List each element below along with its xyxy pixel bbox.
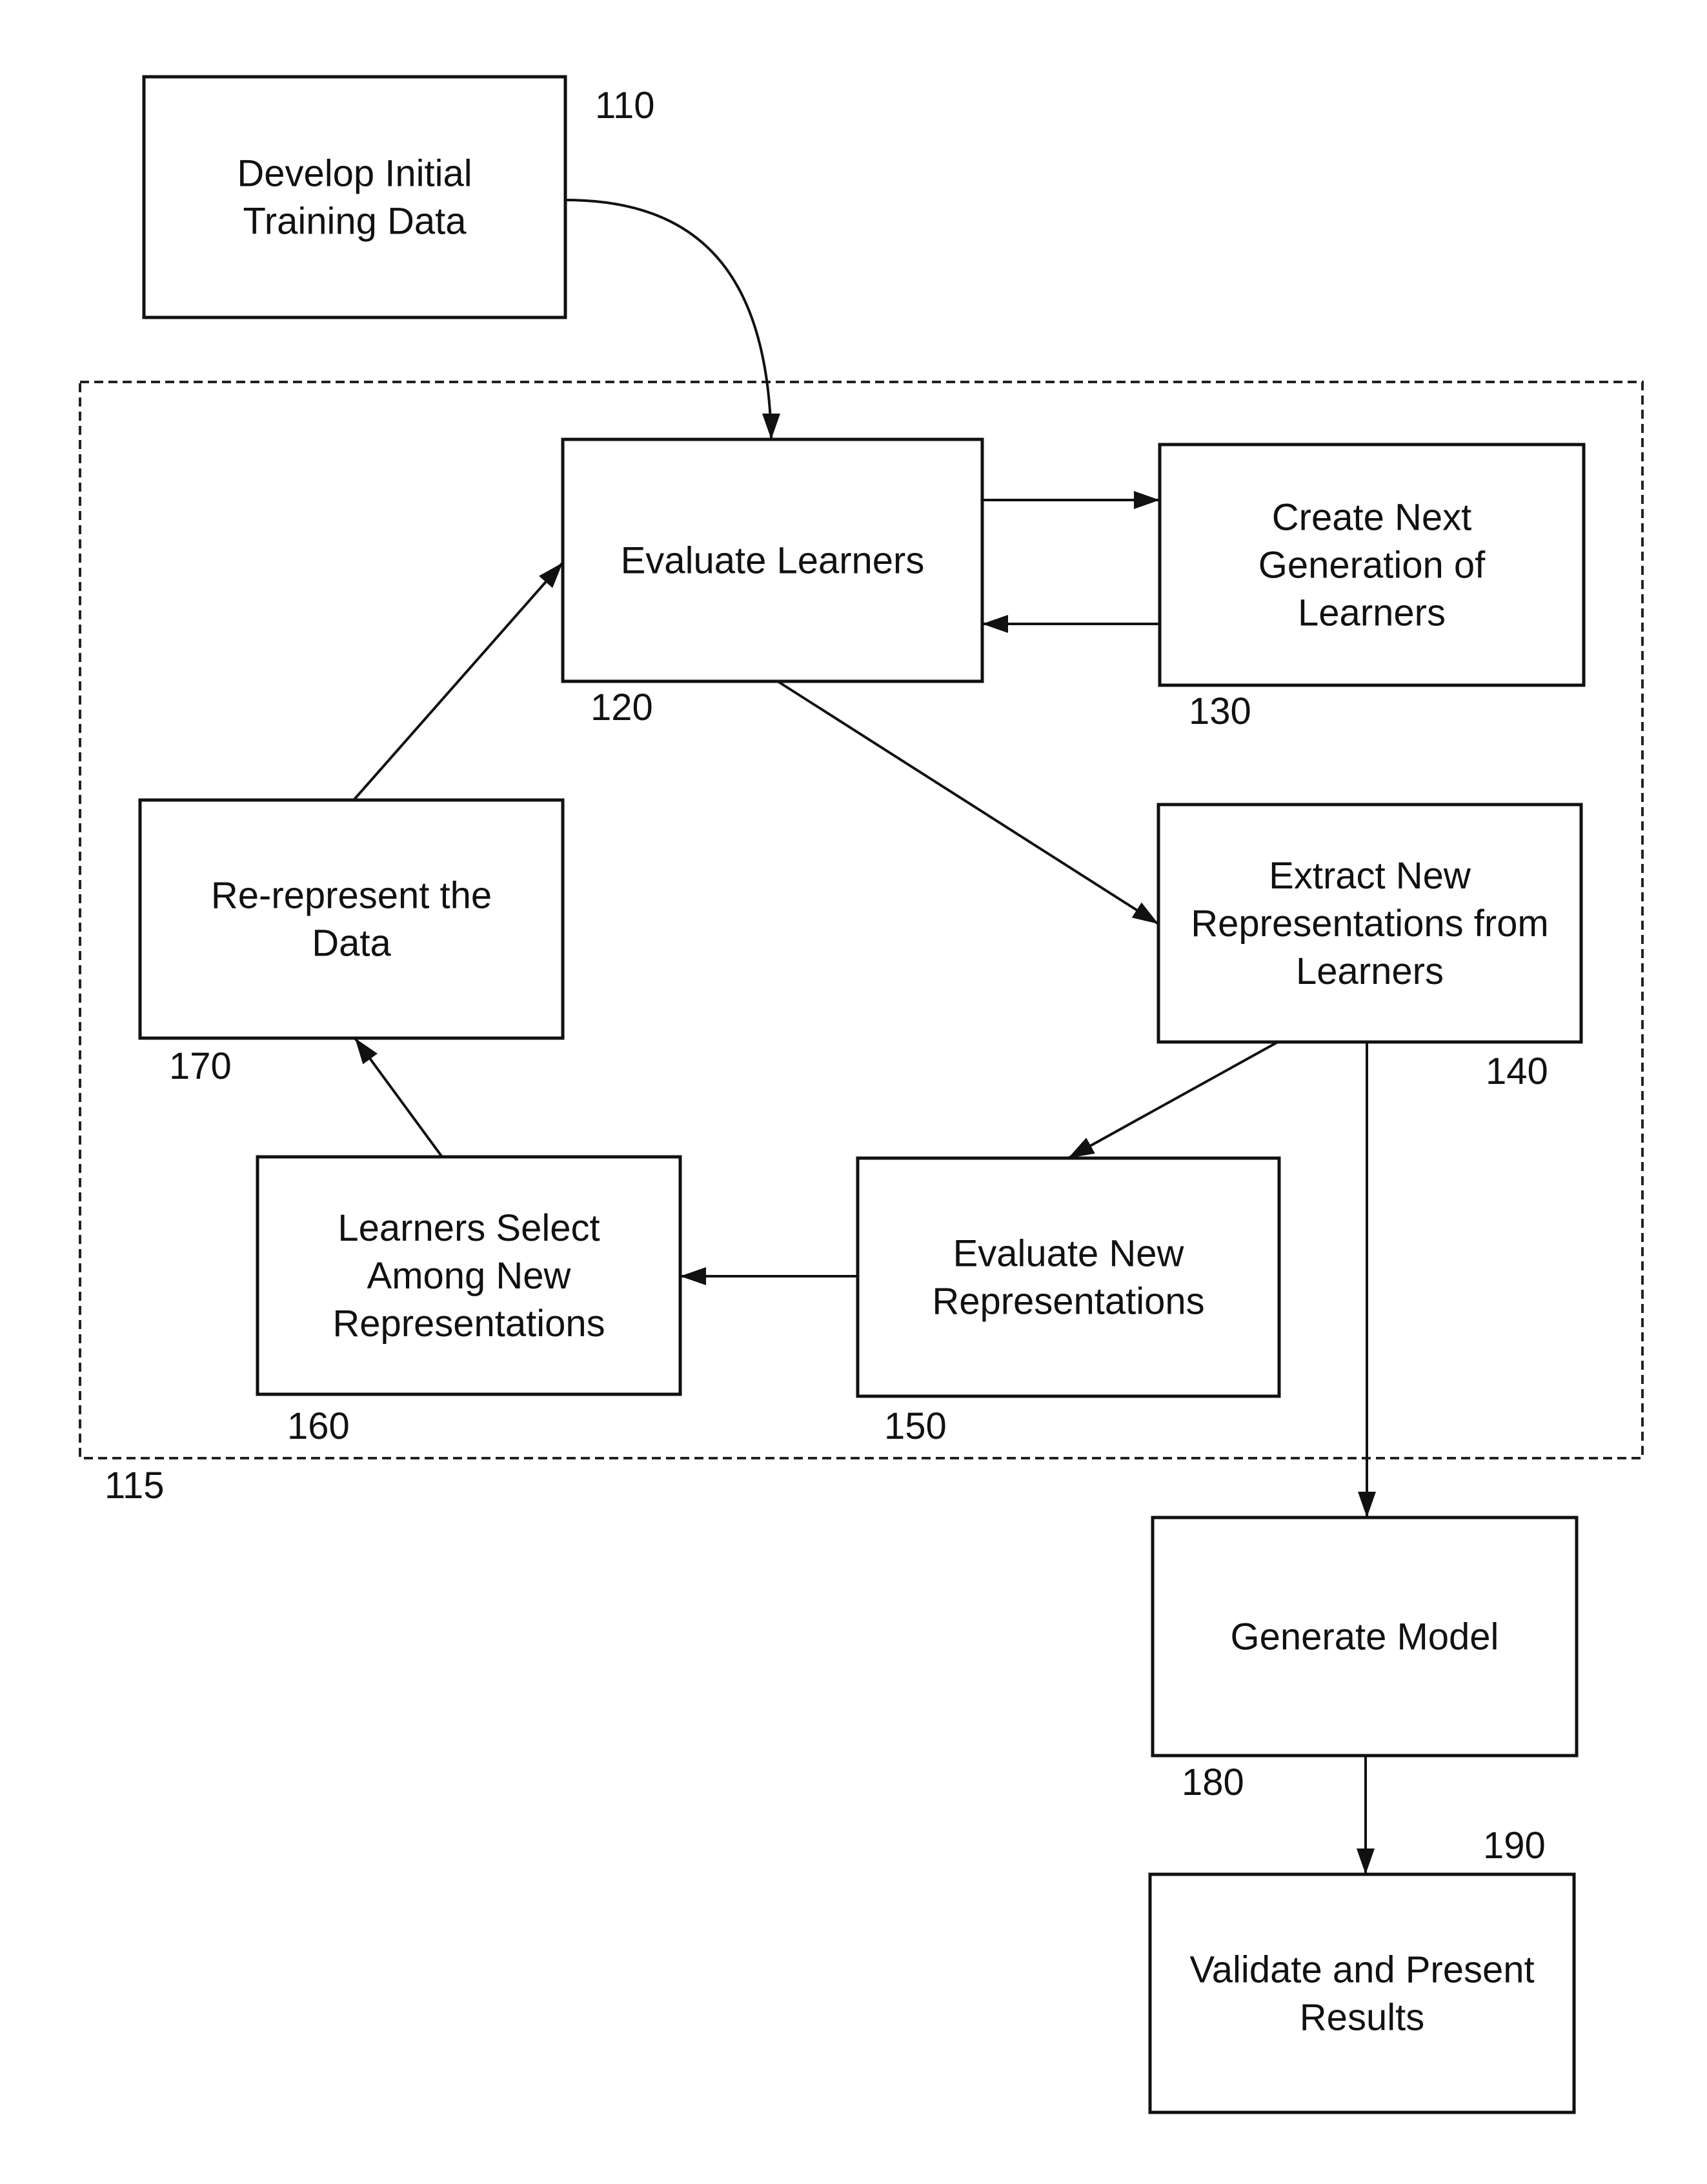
node-text-190: Results bbox=[1300, 1997, 1424, 2039]
node-170: Re-represent the Data 170 bbox=[138, 798, 565, 1087]
node-text-180: Generate Model bbox=[1231, 1616, 1499, 1658]
node-text-130: Create Next bbox=[1272, 497, 1471, 539]
ref-label-115: 115 bbox=[105, 1465, 164, 1507]
node-text-170: Re-represent the bbox=[211, 875, 492, 917]
node-text-160: Learners Select bbox=[338, 1207, 600, 1249]
arrowhead-icon bbox=[355, 1038, 378, 1065]
arrowhead-icon bbox=[1357, 1848, 1375, 1874]
arrowhead-icon bbox=[1134, 491, 1160, 509]
node-box-190 bbox=[1148, 1872, 1576, 2114]
ref-label-130: 130 bbox=[1189, 690, 1251, 732]
ref-label-140: 140 bbox=[1486, 1050, 1548, 1092]
node-text-160: Among New bbox=[367, 1255, 572, 1297]
node-text-110: Develop Initial bbox=[237, 153, 472, 195]
node-140: Extract New Representations from Learners 1… bbox=[1157, 803, 1583, 1092]
edge-140-150 bbox=[1067, 1041, 1278, 1159]
node-text-130: Generation of bbox=[1258, 545, 1486, 586]
node-text-110: Training Data bbox=[243, 201, 467, 243]
node-120: Evaluate Learners 120 bbox=[561, 437, 984, 728]
node-text-150: Evaluate New bbox=[953, 1233, 1185, 1275]
edge-170-120 bbox=[352, 561, 564, 801]
ref-label-110: 110 bbox=[595, 85, 654, 126]
arrowhead-icon bbox=[1131, 902, 1158, 924]
edge-120-140 bbox=[776, 680, 1160, 925]
ref-label-180: 180 bbox=[1182, 1761, 1244, 1803]
node-190: Validate and Present Results 190 bbox=[1148, 1825, 1576, 2114]
node-text-190: Validate and Present bbox=[1189, 1949, 1534, 1991]
node-110: Develop Initial Training Data 110 bbox=[142, 75, 654, 319]
node-text-130: Learners bbox=[1298, 592, 1446, 634]
node-text-140: Representations from bbox=[1191, 903, 1548, 945]
ref-label-150: 150 bbox=[884, 1405, 947, 1447]
arrowhead-icon bbox=[680, 1267, 706, 1285]
node-text-140: Learners bbox=[1296, 950, 1444, 992]
node-130: Create Next Generation of Learners 130 bbox=[1158, 443, 1586, 732]
ref-label-160: 160 bbox=[287, 1405, 350, 1447]
ref-label-190: 190 bbox=[1483, 1825, 1546, 1867]
arrowhead-icon bbox=[982, 615, 1008, 633]
node-box-170 bbox=[138, 798, 565, 1040]
edge-110-120 bbox=[565, 199, 773, 440]
ref-label-170: 170 bbox=[169, 1045, 232, 1087]
node-text-150: Representations bbox=[932, 1281, 1204, 1323]
node-text-120: Evaluate Learners bbox=[621, 540, 925, 582]
ref-label-120: 120 bbox=[591, 686, 653, 728]
arrowhead-icon bbox=[762, 414, 780, 439]
node-box-110 bbox=[142, 75, 567, 319]
node-text-140: Extract New bbox=[1269, 855, 1471, 897]
node-text-170: Data bbox=[312, 923, 391, 965]
node-150: Evaluate New Representations 150 bbox=[856, 1156, 1281, 1447]
arrowhead-icon bbox=[1068, 1137, 1095, 1158]
node-text-160: Representations bbox=[332, 1303, 605, 1345]
flowchart-canvas: 115 Develop Initial Training Data 110 Evalu… bbox=[79, 75, 1644, 2114]
node-160: Learners Select Among New Representations 1… bbox=[256, 1155, 682, 1447]
arrowhead-icon bbox=[1358, 1492, 1376, 1518]
node-box-150 bbox=[856, 1156, 1281, 1398]
